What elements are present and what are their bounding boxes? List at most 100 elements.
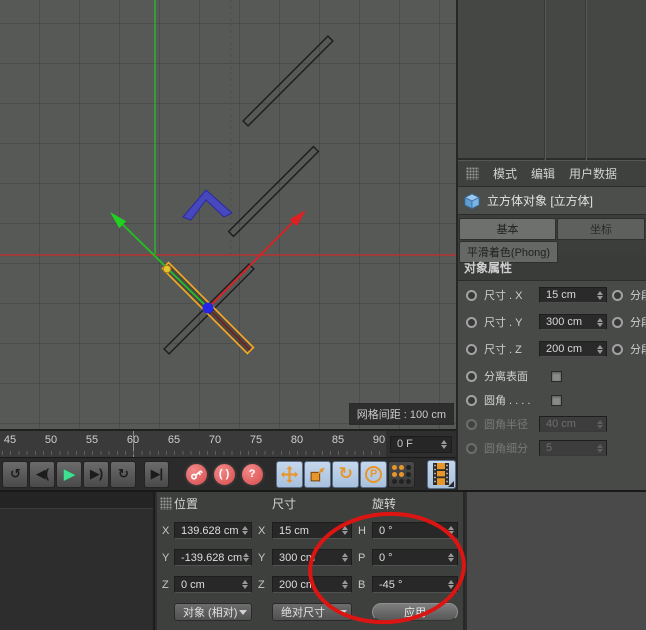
play-button[interactable]: ▶: [56, 461, 82, 488]
cube-icon: [464, 193, 480, 209]
goto-end-button[interactable]: ▶|: [144, 461, 169, 488]
size-mode-dropdown[interactable]: 绝对尺寸: [272, 603, 352, 621]
size-z-field[interactable]: 200 cm: [539, 341, 607, 357]
keyframe-circle-icon[interactable]: [466, 395, 477, 406]
drag-grip-icon[interactable]: [466, 167, 479, 180]
frame-stepper[interactable]: [439, 438, 448, 450]
segments-z-label: 分段: [630, 341, 646, 357]
goto-end-icon: ▶|: [151, 466, 163, 482]
material-manager-area[interactable]: [0, 492, 155, 630]
timeline-scale[interactable]: 45 50 55 60 65 70 75 80 85 90: [0, 431, 386, 457]
viewport-3d[interactable]: 网格间距 : 100 cm: [0, 0, 456, 429]
pos-x-stepper[interactable]: [240, 525, 249, 537]
separate-surfaces-checkbox[interactable]: [551, 371, 562, 382]
wireframe-bar-middle[interactable]: [229, 147, 319, 237]
attribute-manager-panel: 模式 编辑 用户数据 立方体对象 [立方体] 基本 坐标 平滑着色(Phong)…: [456, 0, 646, 490]
goto-start-button[interactable]: ↺: [2, 461, 28, 488]
gizmo-z-arrowhead[interactable]: [183, 190, 232, 220]
object-title: 立方体对象 [立方体]: [487, 192, 593, 209]
menu-edit[interactable]: 编辑: [531, 165, 555, 182]
coordinates-panel: 位置 尺寸 旋转 X 139.628 cm X 15 cm H 0 ° Y -1…: [157, 492, 465, 630]
keyframe-circle-icon[interactable]: [466, 344, 477, 355]
next-key-button[interactable]: ▶): [83, 461, 109, 488]
size-x-field-bottom[interactable]: 15 cm: [272, 522, 352, 539]
keyframe-circle-icon[interactable]: [612, 290, 623, 301]
current-frame-field[interactable]: 0 F: [390, 436, 452, 453]
size-y-stepper-bottom[interactable]: [340, 552, 349, 564]
fillet-checkbox[interactable]: [551, 395, 562, 406]
key-parameter-button[interactable]: P: [360, 461, 387, 488]
size-z-letter: Z: [256, 579, 268, 591]
size-y-row: 尺寸 . Y 300 cm 分段: [466, 314, 646, 330]
ruler-tick-label: 45: [4, 434, 16, 446]
apply-button[interactable]: 应用: [372, 603, 458, 621]
position-header: 位置: [174, 495, 252, 512]
gizmo-center-handle[interactable]: [203, 303, 214, 314]
ruler-tick-label: 85: [332, 434, 344, 446]
menu-mode[interactable]: 模式: [493, 165, 517, 182]
loop-button[interactable]: ↻: [110, 461, 136, 488]
size-y-field[interactable]: 300 cm: [539, 314, 607, 330]
panel-divider: [585, 0, 587, 160]
size-mode-label: 绝对尺寸: [281, 604, 325, 620]
next-key-icon: ▶): [90, 466, 102, 482]
ruler-tick-label: 75: [250, 434, 262, 446]
tab-coordinates[interactable]: 坐标: [557, 218, 645, 240]
rot-b-field[interactable]: -45 °: [372, 576, 458, 593]
menu-userdata[interactable]: 用户数据: [569, 165, 617, 182]
previous-key-button[interactable]: ◀(: [29, 461, 55, 488]
keyframe-circle-icon[interactable]: [612, 317, 623, 328]
pos-z-stepper[interactable]: [240, 579, 249, 591]
keyframe-options-button[interactable]: ?: [240, 462, 265, 487]
object-manager-area[interactable]: [458, 0, 646, 160]
size-z-field-bottom[interactable]: 200 cm: [272, 576, 352, 593]
gizmo-neg-y-line: [208, 308, 250, 350]
key-scale-button[interactable]: [304, 461, 331, 488]
size-z-stepper[interactable]: [595, 343, 604, 355]
key-rotation-button[interactable]: ↻: [332, 461, 359, 488]
size-z-row: 尺寸 . Z 200 cm 分段: [466, 341, 646, 357]
current-frame-value: 0 F: [397, 438, 439, 450]
size-x-field[interactable]: 15 cm: [539, 287, 607, 303]
rot-b-letter: B: [356, 579, 368, 591]
rot-p-field[interactable]: 0 °: [372, 549, 458, 566]
rot-h-field[interactable]: 0 °: [372, 522, 458, 539]
keying-settings-button[interactable]: [388, 461, 415, 488]
playback-group: ↺ ◀( ▶ ▶) ↻: [2, 461, 136, 488]
tab-basic[interactable]: 基本: [459, 218, 556, 240]
size-z-stepper-bottom[interactable]: [340, 579, 349, 591]
key-position-button[interactable]: [276, 461, 303, 488]
drag-grip-icon[interactable]: [160, 497, 172, 510]
rot-b-stepper[interactable]: [446, 579, 455, 591]
size-x-row: 尺寸 . X 15 cm 分段: [466, 287, 646, 303]
gizmo-y-axis[interactable]: [117, 219, 208, 308]
scale-handle-dot[interactable]: [163, 265, 171, 273]
rot-p-stepper[interactable]: [446, 552, 455, 564]
size-x-stepper-bottom[interactable]: [340, 525, 349, 537]
segments-y-label: 分段: [630, 314, 646, 330]
chevron-down-icon: [339, 610, 347, 615]
move-icon: [281, 466, 298, 483]
size-y-field-bottom[interactable]: 300 cm: [272, 549, 352, 566]
keyframe-circle-icon[interactable]: [612, 344, 623, 355]
timeline-window-button[interactable]: [427, 460, 456, 489]
keyframe-circle-icon[interactable]: [466, 317, 477, 328]
record-keyframe-button[interactable]: [184, 462, 209, 487]
rot-p-letter: P: [356, 552, 368, 564]
gizmo-x-axis[interactable]: [208, 216, 299, 308]
wireframe-bar-top[interactable]: [243, 36, 333, 126]
size-x-stepper[interactable]: [595, 289, 604, 301]
rot-b-value: -45 °: [379, 579, 446, 591]
pos-z-field[interactable]: 0 cm: [174, 576, 252, 593]
coordinate-mode-dropdown[interactable]: 对象 (相对): [174, 603, 252, 621]
pos-y-stepper[interactable]: [242, 552, 249, 564]
keyframe-circle-icon[interactable]: [466, 371, 477, 382]
keyframe-circle-icon-disabled: [466, 443, 477, 454]
pos-x-field[interactable]: 139.628 cm: [174, 522, 252, 539]
keyframe-circle-icon[interactable]: [466, 290, 477, 301]
size-y-stepper[interactable]: [595, 316, 604, 328]
timeline-ruler[interactable]: 45 50 55 60 65 70 75 80 85 90 0 F: [0, 429, 456, 457]
autokey-button[interactable]: ( ): [212, 462, 237, 487]
rot-h-stepper[interactable]: [446, 525, 455, 537]
pos-y-field[interactable]: -139.628 cm: [174, 549, 252, 566]
